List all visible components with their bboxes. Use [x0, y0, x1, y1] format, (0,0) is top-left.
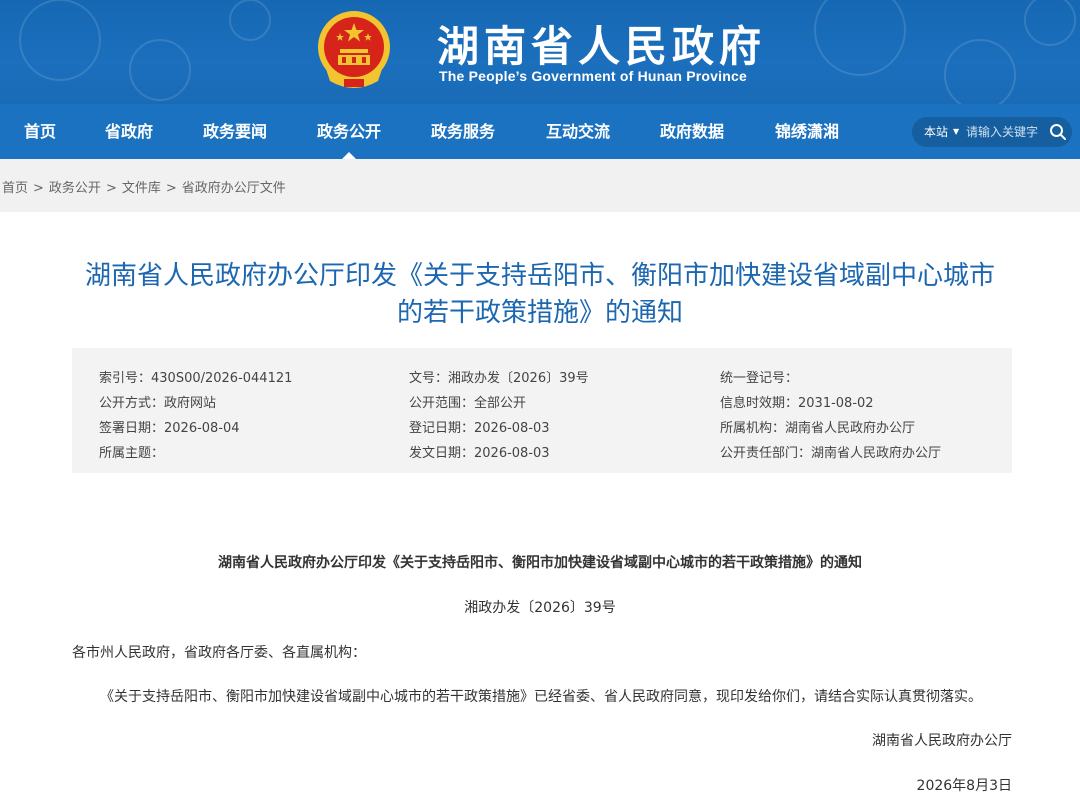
nav-item-services[interactable]: 政务服务	[422, 104, 504, 159]
nav-item-hunan-scenery[interactable]: 锦绣潇湘	[766, 104, 848, 159]
nav-item-gov-data[interactable]: 政府数据	[651, 104, 733, 159]
chevron-down-icon[interactable]: ▼	[953, 117, 959, 147]
meta-publish-method: 公开方式：政府网站	[99, 396, 217, 411]
meta-publish-scope: 公开范围：全部公开	[409, 396, 527, 411]
meta-unified-reg: 统一登记号：	[720, 371, 799, 386]
breadcrumb-office-files[interactable]: 省政府办公厅文件	[182, 181, 286, 196]
nav-item-interaction[interactable]: 互动交流	[537, 104, 619, 159]
nav-item-news[interactable]: 政务要闻	[194, 104, 276, 159]
search-box: 本站 ▼	[912, 117, 1072, 147]
nav-item-gov-affairs-open[interactable]: 政务公开	[308, 104, 390, 159]
national-emblem-icon[interactable]	[316, 9, 392, 91]
header-banner: 湖南省人民政府 The People’s Government of Hunan…	[0, 0, 1080, 104]
meta-agency: 所属机构：湖南省人民政府办公厅	[720, 421, 916, 436]
site-subtitle: The People’s Government of Hunan Provinc…	[439, 68, 747, 84]
body-paragraph: 《关于支持岳阳市、衡阳市加快建设省域副中心城市的若干政策措施》已经省委、省人民政…	[100, 689, 982, 705]
document-metadata-table: 索引号：430S00/2026-044121 文号：湘政办发〔2026〕39号 …	[72, 348, 1012, 473]
site-title: 湖南省人民政府	[437, 22, 767, 71]
meta-doc-no: 文号：湘政办发〔2026〕39号	[409, 371, 589, 386]
nav-item-provincial-gov[interactable]: 省政府	[96, 104, 162, 159]
search-scope-select[interactable]: 本站	[924, 117, 948, 147]
breadcrumb-file-library[interactable]: 文件库	[122, 181, 161, 196]
meta-reg-date: 登记日期：2026-08-03	[409, 421, 550, 436]
page-title: 湖南省人民政府办公厅印发《关于支持岳阳市、衡阳市加快建设省域副中心城市 的若干政…	[60, 258, 1020, 332]
breadcrumb-separator: >	[105, 181, 117, 196]
meta-dept: 公开责任部门：湖南省人民政府办公厅	[720, 446, 942, 461]
body-heading: 湖南省人民政府办公厅印发《关于支持岳阳市、衡阳市加快建设省域副中心城市的若干政策…	[218, 555, 862, 571]
breadcrumb-separator: >	[165, 181, 177, 196]
meta-issue-date: 发文日期：2026-08-03	[409, 446, 550, 461]
meta-index-no: 索引号：430S00/2026-044121	[99, 371, 293, 386]
content-panel: 湖南省人民政府办公厅印发《关于支持岳阳市、衡阳市加快建设省域副中心城市 的若干政…	[0, 212, 1080, 805]
body-signature: 湖南省人民政府办公厅	[872, 733, 1012, 749]
body-salutation: 各市州人民政府，省政府各厅委、各直属机构：	[72, 645, 366, 661]
page-title-line-1: 湖南省人民政府办公厅印发《关于支持岳阳市、衡阳市加快建设省域副中心城市	[84, 261, 995, 291]
breadcrumb-home[interactable]: 首页	[2, 181, 28, 196]
meta-sign-date: 签署日期：2026-08-04	[99, 421, 240, 436]
page-title-line-2: 的若干政策措施》的通知	[396, 298, 683, 328]
breadcrumb: 首页 > 政务公开 > 文件库 > 省政府办公厅文件	[2, 177, 286, 196]
body-date: 2026年8月3日	[916, 778, 1012, 794]
body-doc-no: 湘政办发〔2026〕39号	[464, 600, 616, 616]
search-input[interactable]	[966, 117, 1046, 147]
breadcrumb-separator: >	[33, 181, 44, 196]
meta-validity: 信息时效期：2031-08-02	[720, 396, 874, 411]
meta-topic: 所属主题：	[99, 446, 165, 461]
breadcrumb-gov-affairs-open[interactable]: 政务公开	[49, 181, 101, 196]
nav-item-home[interactable]: 首页	[12, 104, 68, 159]
search-icon[interactable]	[1049, 123, 1067, 141]
